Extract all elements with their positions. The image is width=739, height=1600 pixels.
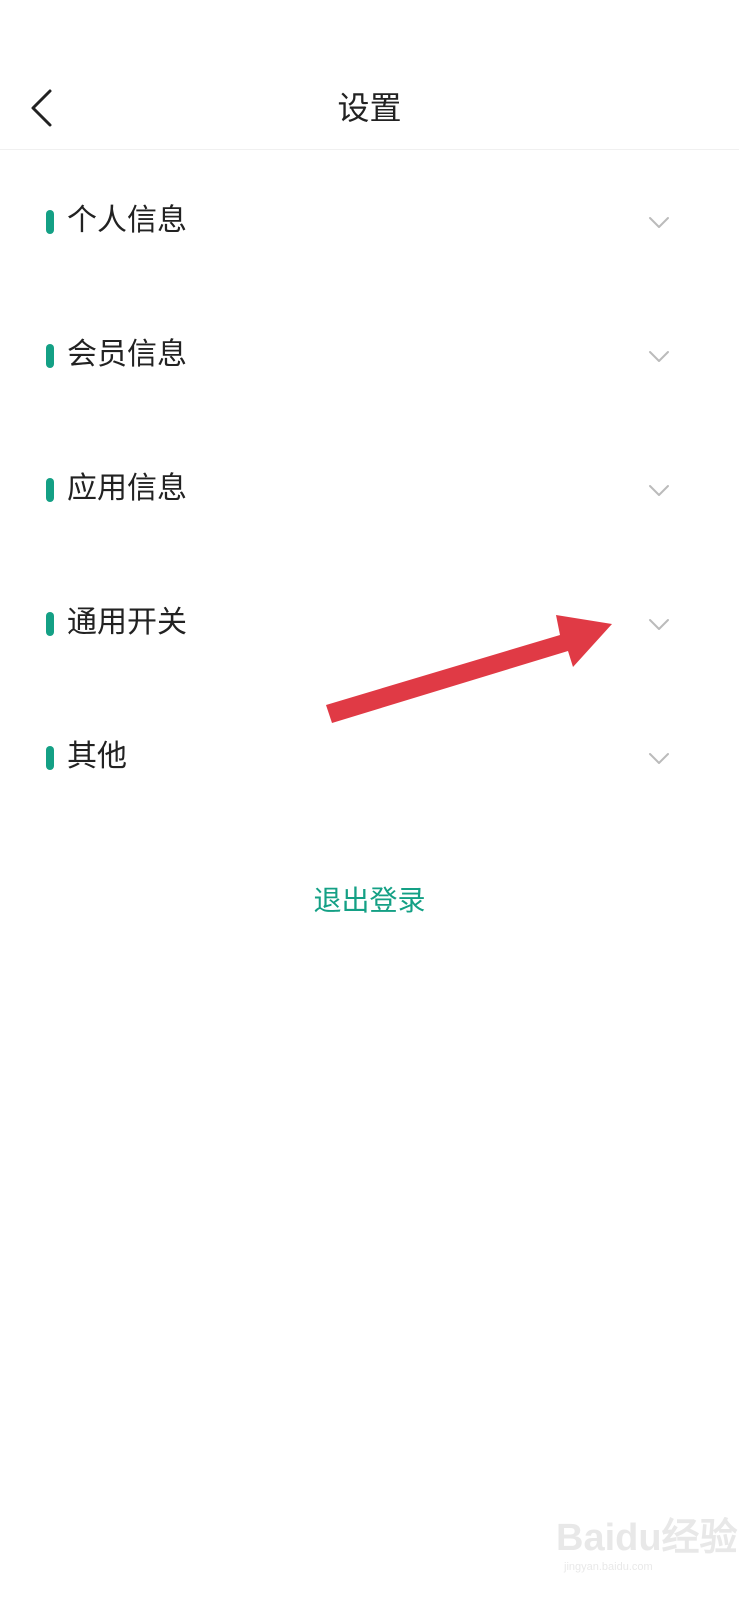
section-label: 应用信息: [67, 471, 187, 506]
page-title: 设置: [337, 89, 402, 127]
chevron-down-icon[interactable]: [646, 613, 672, 635]
section-label: 会员信息: [67, 337, 187, 372]
watermark: Baidu经验 jingyan.baidu.com: [556, 1516, 738, 1576]
section-member-info[interactable]: 会员信息: [0, 289, 739, 423]
logout-row: 退出登录: [0, 878, 739, 924]
red-arrow-icon: [326, 615, 612, 723]
section-marker: [46, 210, 54, 234]
watermark-logo: Baidu经验: [556, 1517, 738, 1559]
section-personal-info[interactable]: 个人信息: [0, 155, 739, 289]
chevron-down-icon[interactable]: [646, 747, 672, 769]
header-bar: 设置: [0, 0, 739, 150]
section-app-info[interactable]: 应用信息: [0, 423, 739, 557]
section-marker: [46, 746, 54, 770]
chevron-down-icon[interactable]: [646, 211, 672, 233]
chevron-down-icon[interactable]: [646, 479, 672, 501]
section-label: 个人信息: [67, 203, 187, 238]
section-label: 通用开关: [67, 605, 187, 640]
section-marker: [46, 612, 54, 636]
watermark-url: jingyan.baidu.com: [564, 1561, 653, 1573]
section-marker: [46, 344, 54, 368]
section-marker: [46, 478, 54, 502]
logout-button[interactable]: 退出登录: [313, 884, 425, 917]
section-label: 其他: [67, 739, 127, 774]
chevron-down-icon[interactable]: [646, 345, 672, 367]
